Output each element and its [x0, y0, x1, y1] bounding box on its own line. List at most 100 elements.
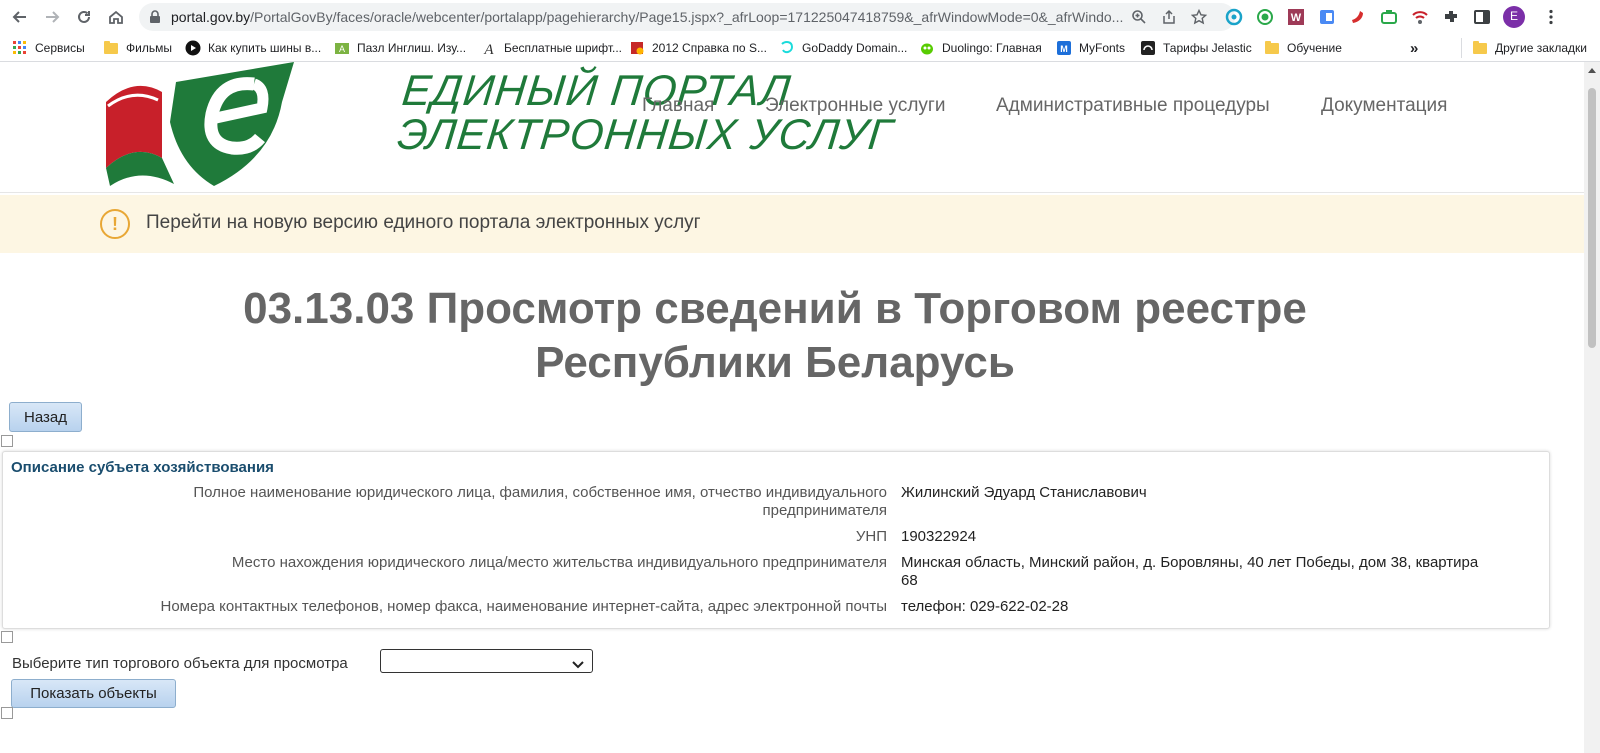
label-line: Полное наименование юридического лица, ф… — [193, 484, 887, 501]
nav-documentation[interactable]: Документация — [1321, 95, 1447, 117]
youtube-icon — [185, 40, 201, 56]
field-label-address: Место нахождения юридического лица/место… — [232, 554, 887, 572]
forward-arrow-icon[interactable] — [40, 5, 64, 29]
page-title-line-1: 03.13.03 Просмотр сведений в Торговом ре… — [243, 284, 1307, 333]
bookmark-label: Duolingo: Главная — [942, 41, 1042, 55]
row-selector-checkbox[interactable] — [1, 435, 13, 447]
value-line: 68 — [901, 572, 918, 589]
home-icon[interactable] — [104, 5, 128, 29]
extension-briefcase-icon[interactable] — [1378, 6, 1400, 28]
duolingo-icon — [919, 40, 935, 56]
field-label-unp: УНП — [856, 528, 887, 546]
folder-icon — [103, 40, 119, 56]
field-value-unp: 190322924 — [901, 528, 976, 546]
row-selector-checkbox[interactable] — [1, 707, 13, 719]
page-scrollbar[interactable] — [1584, 62, 1600, 753]
panel-title: Описание субъета хозяйствования — [11, 459, 274, 476]
bookmark-label: Фильмы — [126, 41, 172, 55]
scrollbar-thumb[interactable] — [1588, 88, 1596, 348]
jelastic-icon — [1140, 40, 1156, 56]
scroll-up-arrow-icon[interactable] — [1588, 68, 1596, 73]
folder-icon — [1472, 40, 1488, 56]
extension-pepper-icon[interactable] — [1347, 6, 1369, 28]
page-title: 03.13.03 Просмотр сведений в Торговом ре… — [0, 282, 1550, 390]
portal-logo[interactable]: ЕДИНЫЙ ПОРТАЛ ЭЛЕКТРОННЫХ УСЛУГ — [104, 62, 895, 187]
bookmarks-bar: Сервисы Фильмы Как купить шины в... A Па… — [0, 34, 1600, 62]
svg-text:W: W — [1291, 12, 1302, 24]
zoom-icon[interactable] — [1129, 7, 1149, 27]
svg-text:A: A — [339, 44, 345, 54]
object-type-label: Выберите тип торгового объекта для просм… — [12, 655, 348, 672]
help-icon — [629, 40, 645, 56]
bookmark-fonts[interactable]: A Бесплатные шрифт... — [481, 39, 622, 57]
extension-w-icon[interactable]: W — [1285, 6, 1307, 28]
site-header: ЕДИНЫЙ ПОРТАЛ ЭЛЕКТРОННЫХ УСЛУГ Главная … — [0, 62, 1584, 193]
bookmark-godaddy[interactable]: GoDaddy Domain... — [779, 39, 907, 57]
extension-translate-icon[interactable] — [1316, 6, 1338, 28]
value-line: Жилинский Эдуард Станиславович — [901, 484, 1147, 501]
font-icon: A — [481, 40, 497, 56]
back-button[interactable]: Назад — [9, 402, 82, 432]
bookmark-jelastic[interactable]: Тарифы Jelastic — [1140, 39, 1252, 57]
share-icon[interactable] — [1159, 7, 1179, 27]
bookmark-myfonts[interactable]: M MyFonts — [1056, 39, 1125, 57]
nav-admin-procedures[interactable]: Административные процедуры — [996, 95, 1270, 117]
field-value-full-name: Жилинский Эдуард Станиславович — [901, 484, 1147, 502]
value-line: 190322924 — [901, 528, 977, 545]
nav-e-services[interactable]: Электронные услуги — [765, 95, 945, 117]
bookmark-star-icon[interactable] — [1189, 7, 1209, 27]
bookmark-label: Как купить шины в... — [208, 41, 322, 55]
object-type-select[interactable] — [380, 649, 593, 673]
bookmark-tires[interactable]: Как купить шины в... — [185, 39, 321, 57]
bookmarks-separator — [1461, 38, 1462, 58]
bookmark-other-folder[interactable]: Другие закладки — [1472, 39, 1587, 57]
bookmark-label: Другие закладки — [1495, 41, 1587, 55]
bookmark-puzzle-english[interactable]: A Пазл Инглиш. Изу... — [334, 39, 466, 57]
folder-icon — [1264, 40, 1280, 56]
bookmark-services[interactable]: Сервисы — [12, 39, 85, 57]
field-label-full-name: Полное наименование юридического лица, ф… — [193, 484, 887, 520]
more-bookmarks-label: » — [1410, 39, 1419, 57]
back-arrow-icon[interactable] — [8, 5, 32, 29]
myfonts-icon: M — [1056, 40, 1072, 56]
chrome-menu-icon[interactable] — [1540, 6, 1562, 28]
reload-icon[interactable] — [72, 5, 96, 29]
bookmark-training-folder[interactable]: Обучение — [1264, 39, 1342, 57]
extension-record-icon[interactable] — [1254, 6, 1276, 28]
new-version-link[interactable]: Перейти на новую версию единого портала … — [146, 212, 701, 234]
more-bookmarks-chevron[interactable]: » — [1410, 39, 1418, 57]
nav-home[interactable]: Главная — [642, 95, 714, 117]
show-objects-button[interactable]: Показать объекты — [11, 679, 176, 708]
chevron-down-icon — [572, 656, 584, 672]
entity-description-panel: Описание субъета хозяйствования Полное н… — [2, 451, 1550, 629]
url-text: portal.gov.by/PortalGovBy/faces/oracle/w… — [171, 9, 1124, 25]
extension-wifi-icon[interactable] — [1409, 6, 1431, 28]
address-bar[interactable]: portal.gov.by/PortalGovBy/faces/oracle/w… — [139, 3, 1235, 31]
label-line: предпринимателя — [762, 502, 887, 519]
bookmark-help-2012[interactable]: 2012 Справка по S... — [629, 39, 767, 57]
bookmark-label: Тарифы Jelastic — [1163, 41, 1252, 55]
extension-spiral-icon[interactable] — [1223, 6, 1245, 28]
bookmark-label: 2012 Справка по S... — [652, 41, 767, 55]
extensions-puzzle-icon[interactable] — [1440, 6, 1462, 28]
field-label-contacts: Номера контактных телефонов, номер факса… — [160, 598, 887, 616]
side-panel-icon[interactable] — [1471, 6, 1493, 28]
bookmark-label: Бесплатные шрифт... — [504, 41, 622, 55]
value-line: телефон: 029-622-02-28 — [901, 598, 1069, 615]
godaddy-icon — [779, 40, 795, 56]
new-version-notice: ! Перейти на новую версию единого портал… — [0, 195, 1584, 253]
apps-grid-icon — [12, 40, 28, 56]
bookmark-label: Сервисы — [35, 41, 85, 55]
field-value-contacts: телефон: 029-622-02-28 — [901, 598, 1068, 616]
bookmark-duolingo[interactable]: Duolingo: Главная — [919, 39, 1042, 57]
row-selector-checkbox[interactable] — [1, 631, 13, 643]
svg-text:M: M — [1060, 44, 1068, 54]
browser-toolbar: portal.gov.by/PortalGovBy/faces/oracle/w… — [0, 0, 1600, 34]
lock-icon — [149, 10, 161, 29]
label-line: Место нахождения юридического лица/место… — [231, 554, 887, 571]
bookmark-films-folder[interactable]: Фильмы — [103, 39, 172, 57]
bookmark-label: GoDaddy Domain... — [802, 41, 908, 55]
page-title-line-2: Республики Беларусь — [535, 338, 1015, 387]
portal-emblem-icon — [106, 62, 294, 186]
profile-avatar[interactable]: E — [1502, 5, 1526, 29]
